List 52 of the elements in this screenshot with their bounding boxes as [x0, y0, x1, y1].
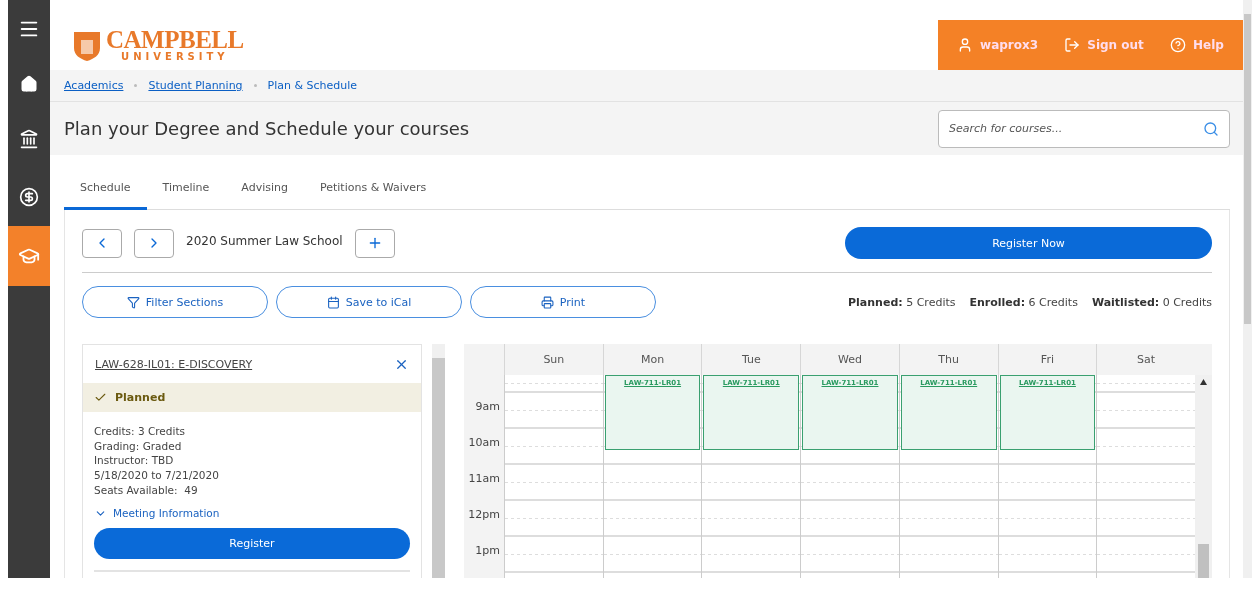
search-field[interactable]: Search for courses...	[938, 109, 1230, 148]
time-label: 12pm	[468, 508, 500, 521]
tab[interactable]: Petitions & Waivers	[303, 165, 443, 210]
term-name: 2020 Summer Law School	[186, 234, 343, 248]
printer-icon	[540, 295, 554, 309]
credit-summary: Waitlisted: 0 Credits	[1091, 295, 1212, 309]
course-detail: Grading: Graded	[94, 438, 183, 454]
tab[interactable]: Timeline	[146, 165, 226, 210]
register-button[interactable]: Register	[94, 527, 410, 559]
logo: CAMPBELL UNIVERSITY	[72, 27, 244, 62]
help-icon	[1170, 37, 1186, 53]
scroll-thumb[interactable]	[1244, 14, 1251, 324]
tab[interactable]: Schedule	[64, 165, 147, 210]
sign-out-icon	[1064, 37, 1081, 53]
search-icon	[1203, 120, 1219, 137]
previous-term-button[interactable]	[82, 228, 122, 258]
action-button[interactable]: Save to iCal	[276, 286, 462, 318]
tab[interactable]: Advising	[225, 165, 304, 210]
scroll-thumb[interactable]	[1198, 544, 1209, 578]
check-icon	[94, 391, 107, 404]
filter-icon	[126, 295, 140, 309]
calendar-icon	[326, 295, 340, 309]
breadcrumb-link[interactable]: Student Planning	[148, 79, 243, 92]
home-icon	[20, 75, 38, 93]
credit-summary: Planned: 5 Credits	[848, 295, 956, 309]
next-term-button[interactable]	[134, 228, 174, 258]
course-detail: Instructor: TBD	[94, 453, 175, 469]
bank-icon	[19, 129, 39, 149]
course-detail: 5/18/2020 to 7/21/2020	[94, 468, 220, 483]
course-detail: Credits: 3 Credits	[94, 424, 186, 439]
meeting-info-toggle[interactable]: Meeting Information	[94, 506, 410, 520]
credit-summary: Enrolled: 6 Credits	[969, 295, 1078, 309]
separator-dot	[134, 84, 138, 87]
course-detail: Seats Available: 49	[94, 482, 199, 498]
scroll-up-icon[interactable]	[1200, 379, 1207, 385]
status-label: Planned	[115, 391, 166, 404]
breadcrumb-link[interactable]: Academics	[64, 79, 124, 92]
calendar-scrollbar[interactable]	[1195, 375, 1212, 578]
time-label: 10am	[468, 436, 500, 449]
breadcrumb-link[interactable]: Plan & Schedule	[267, 79, 358, 92]
time-label: 11am	[468, 472, 500, 485]
course-title-link[interactable]: LAW-628-IL01: E-DISCOVERY	[95, 357, 253, 371]
time-label: 1pm	[475, 544, 500, 557]
action-button[interactable]: Print	[470, 286, 656, 318]
page-title: Plan your Degree and Schedule your courses	[64, 118, 470, 139]
separator-dot	[253, 84, 257, 87]
time-label: 9am	[475, 400, 500, 413]
action-button[interactable]: Filter Sections	[82, 286, 268, 318]
register-now-button[interactable]: Register Now	[845, 227, 1212, 259]
scrollbar[interactable]	[432, 344, 445, 578]
dollar-icon	[19, 187, 39, 207]
add-term-button[interactable]	[354, 228, 395, 258]
